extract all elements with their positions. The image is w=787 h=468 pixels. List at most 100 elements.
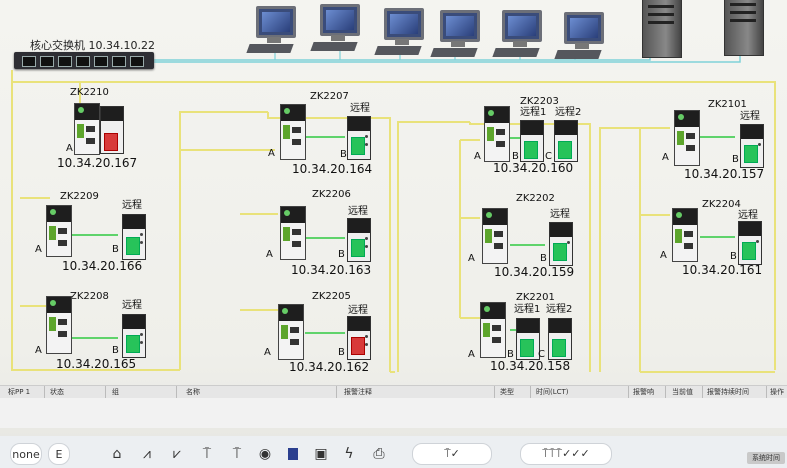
port-a-label: A	[35, 345, 42, 356]
station-ip: 10.34.20.167	[57, 156, 138, 170]
column-header[interactable]: 报警注释	[344, 387, 372, 397]
core-switch[interactable]	[14, 52, 154, 69]
plc-module-a[interactable]	[74, 103, 100, 155]
plc-module-a[interactable]	[280, 104, 306, 160]
plc-module-b[interactable]	[347, 116, 371, 160]
plc-module-a[interactable]	[480, 302, 506, 358]
trend-up-icon[interactable]: ⩗	[168, 445, 186, 463]
core-switch-label: 核心交换机 10.34.10.22	[30, 39, 155, 52]
port-b-label: B	[730, 251, 737, 262]
remote-label: 远程	[122, 300, 142, 311]
plc-module-a[interactable]	[484, 106, 510, 162]
port-a-label: A	[474, 151, 481, 162]
column-header[interactable]: 标PP 1	[8, 387, 30, 397]
column-header[interactable]: 当前值	[672, 387, 693, 397]
bell-circle-icon[interactable]: ◉	[256, 445, 274, 463]
alarm-ack-all-button[interactable]: ⍑⍑⍑✓✓✓	[520, 443, 612, 465]
port-a-label: A	[266, 249, 273, 260]
trend-icon[interactable]: ⩘	[138, 445, 156, 463]
print-icon[interactable]: ⎙	[370, 445, 388, 463]
column-header[interactable]: 类型	[500, 387, 514, 397]
workstation-2[interactable]	[310, 4, 368, 54]
port-b-label: B	[340, 149, 347, 160]
alarm-table-body[interactable]	[0, 398, 787, 428]
none-button[interactable]: none	[10, 443, 42, 465]
port-b-label: B	[338, 347, 345, 358]
plc-module-b[interactable]	[347, 218, 371, 262]
station-id: ZK2206	[312, 189, 351, 200]
station-ip: 10.34.20.166	[62, 259, 143, 273]
home-icon[interactable]: ⌂	[108, 445, 126, 463]
station-id: ZK2205	[312, 291, 351, 302]
port-b-label: B	[338, 249, 345, 260]
station-ip: 10.34.20.159	[494, 265, 575, 279]
station-id: ZK2101	[708, 99, 747, 110]
remote2-label: 远程2	[555, 107, 582, 118]
column-header[interactable]: 名称	[186, 387, 200, 397]
station-ip: 10.34.20.163	[291, 263, 372, 277]
bell-icon[interactable]: ⍑	[198, 445, 216, 463]
station-id: ZK2210	[70, 87, 109, 98]
plc-module-a[interactable]	[278, 304, 304, 360]
plc-module-a[interactable]	[674, 110, 700, 166]
column-header[interactable]: 报警持续时间	[707, 387, 749, 397]
station-id: ZK2203	[520, 96, 559, 107]
column-header[interactable]: 时间(LCT)	[536, 387, 569, 397]
workstation-4[interactable]	[430, 10, 488, 60]
plc-module-b[interactable]	[549, 222, 573, 266]
remote-label: 远程	[348, 305, 368, 316]
plc-module-b[interactable]	[122, 214, 146, 260]
workstation-1[interactable]	[246, 6, 304, 56]
port-b-label: B	[540, 253, 547, 264]
plc-module-b[interactable]	[740, 124, 764, 168]
server-2[interactable]	[724, 0, 764, 56]
column-header[interactable]: 报警响	[633, 387, 654, 397]
plc-module-a[interactable]	[280, 206, 306, 260]
station-ip: 10.34.20.164	[292, 162, 373, 176]
port-a-label: A	[268, 148, 275, 159]
plc-module-b[interactable]	[347, 316, 371, 360]
lightning-icon[interactable]: ϟ	[340, 445, 358, 463]
remote1-label: 远程1	[514, 304, 541, 315]
e-button[interactable]: E	[48, 443, 70, 465]
station-id: ZK2208	[70, 291, 109, 302]
plc-module-c[interactable]	[548, 318, 572, 360]
station-id: ZK2204	[702, 199, 741, 210]
column-header[interactable]: 操作	[770, 387, 784, 397]
document-icon[interactable]: ▣	[312, 445, 330, 463]
plc-module-b[interactable]	[100, 106, 124, 154]
port-b-label: B	[112, 345, 119, 356]
remote2-label: 远程2	[546, 304, 573, 315]
column-header[interactable]: 状态	[50, 387, 64, 397]
plc-module-a[interactable]	[46, 296, 72, 354]
port-a-label: A	[468, 253, 475, 264]
plc-module-b[interactable]	[520, 120, 544, 162]
workstation-5[interactable]	[492, 10, 550, 60]
plc-module-b[interactable]	[738, 221, 762, 265]
port-a-label: A	[66, 143, 73, 154]
workstation-3[interactable]	[374, 8, 432, 58]
workstation-6[interactable]	[554, 12, 612, 62]
port-a-label: A	[468, 349, 475, 360]
station-id: ZK2209	[60, 191, 99, 202]
port-a-label: A	[35, 244, 42, 255]
bell-list-icon[interactable]: ⍑	[228, 445, 246, 463]
plc-module-c[interactable]	[554, 120, 578, 162]
plc-module-b[interactable]	[122, 314, 146, 358]
remote1-label: 远程1	[520, 107, 547, 118]
station-ip: 10.34.20.157	[684, 167, 765, 181]
plc-module-b[interactable]	[516, 318, 540, 360]
server-1[interactable]	[642, 0, 682, 58]
station-id: ZK2201	[516, 292, 555, 303]
plc-module-a[interactable]	[672, 208, 698, 262]
port-a-label: A	[662, 152, 669, 163]
plc-module-a[interactable]	[482, 208, 508, 264]
station-ip: 10.34.20.165	[56, 357, 137, 371]
scada-network-screen: 核心交换机 10.34.10.22 ZK2210 A 10.34.20.167 …	[0, 0, 787, 468]
computer-icon[interactable]	[284, 445, 302, 463]
plc-module-a[interactable]	[46, 205, 72, 257]
remote-label: 远程	[740, 111, 760, 122]
alarm-ack-button[interactable]: ⍑✓	[412, 443, 492, 465]
station-id: ZK2207	[310, 91, 349, 102]
column-header[interactable]: 组	[112, 387, 119, 397]
